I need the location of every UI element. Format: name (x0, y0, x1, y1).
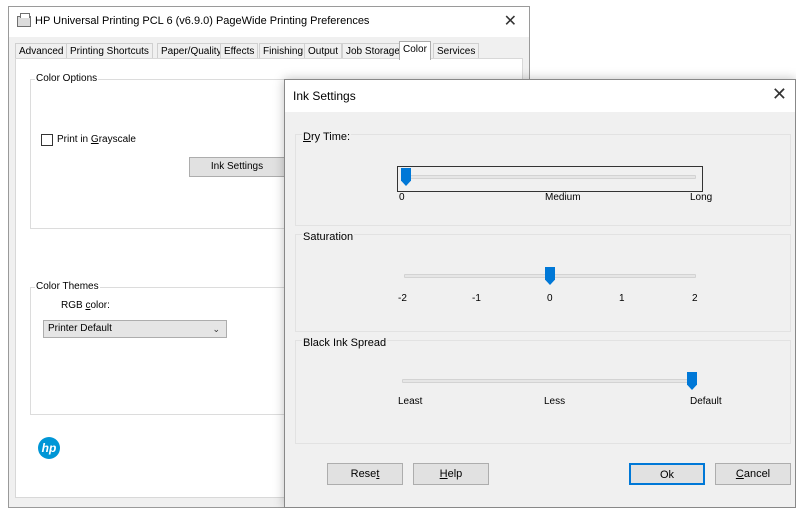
tab-finishing[interactable]: Finishing (259, 43, 308, 59)
color-themes-legend: Color Themes (35, 281, 100, 292)
dry-time-label: Dry Time: (302, 131, 352, 143)
dry-time-tick-long: Long (690, 192, 713, 203)
saturation-label: Saturation (302, 231, 355, 243)
dialog-title: Ink Settings (293, 89, 356, 103)
rgb-color-dropdown[interactable]: Printer Default ⌄ (43, 320, 227, 338)
dry-time-track[interactable] (406, 175, 696, 179)
dry-time-focus-rect (397, 166, 703, 192)
tab-effects[interactable]: Effects (220, 43, 259, 59)
black-ink-spread-label: Black Ink Spread (302, 337, 388, 349)
grayscale-label[interactable]: Print in Grayscale (57, 134, 136, 145)
saturation-panel: Saturation -2 -1 0 1 2 (295, 231, 791, 332)
black-ink-spread-tick-least: Least (398, 396, 423, 407)
dry-time-panel: Dry Time: 0 Medium Long (295, 131, 791, 226)
tab-output[interactable]: Output (304, 43, 343, 59)
close-icon[interactable]: ✕ (772, 84, 787, 105)
tab-color[interactable]: Color (399, 41, 431, 60)
tab-job-storage[interactable]: Job Storage (342, 43, 404, 59)
black-ink-spread-panel: Black Ink Spread Least Less Default (295, 337, 791, 444)
window-title: HP Universal Printing PCL 6 (v6.9.0) Pag… (35, 15, 370, 27)
ok-button[interactable]: Ok (629, 463, 705, 485)
black-ink-spread-tick-less: Less (544, 396, 566, 407)
close-icon[interactable]: ✕ (504, 11, 517, 31)
tab-services[interactable]: Services (433, 43, 480, 59)
black-ink-spread-slider-thumb[interactable] (687, 372, 697, 390)
rgb-color-label: RGB color: (61, 300, 110, 311)
black-ink-spread-tick-default: Default (690, 396, 722, 407)
saturation-tick-1: 1 (619, 293, 625, 304)
tab-paper-quality[interactable]: Paper/Quality (157, 43, 226, 59)
dry-time-tick-0: 0 (399, 192, 405, 203)
saturation-slider-thumb[interactable] (545, 267, 555, 285)
ink-settings-dialog: Ink Settings ✕ Dry Time: 0 Medium Long S… (284, 79, 796, 508)
tab-advanced[interactable]: Advanced (15, 43, 68, 59)
ink-settings-button[interactable]: Ink Settings (189, 157, 285, 177)
tab-printing-shortcuts[interactable]: Printing Shortcuts (66, 43, 153, 59)
cancel-button[interactable]: Cancel (715, 463, 791, 485)
saturation-tick-0: 0 (547, 293, 553, 304)
chevron-down-icon: ⌄ (212, 324, 220, 334)
rgb-color-selected: Printer Default (48, 323, 112, 334)
reset-button[interactable]: Reset (327, 463, 403, 485)
saturation-tick-minus2: -2 (398, 293, 407, 304)
grayscale-checkbox[interactable] (41, 134, 53, 146)
saturation-tick-2: 2 (692, 293, 698, 304)
dialog-title-bar: Ink Settings ✕ (285, 80, 795, 112)
dry-time-tick-medium: Medium (545, 192, 581, 203)
black-ink-spread-track[interactable] (402, 379, 692, 383)
title-bar: HP Universal Printing PCL 6 (v6.9.0) Pag… (9, 7, 529, 37)
hp-logo: hp (38, 437, 60, 459)
help-button[interactable]: Help (413, 463, 489, 485)
printer-icon (17, 13, 31, 27)
color-options-legend: Color Options (35, 73, 99, 84)
tab-strip: Advanced Printing Shortcuts Paper/Qualit… (15, 41, 529, 60)
saturation-tick-minus1: -1 (472, 293, 481, 304)
